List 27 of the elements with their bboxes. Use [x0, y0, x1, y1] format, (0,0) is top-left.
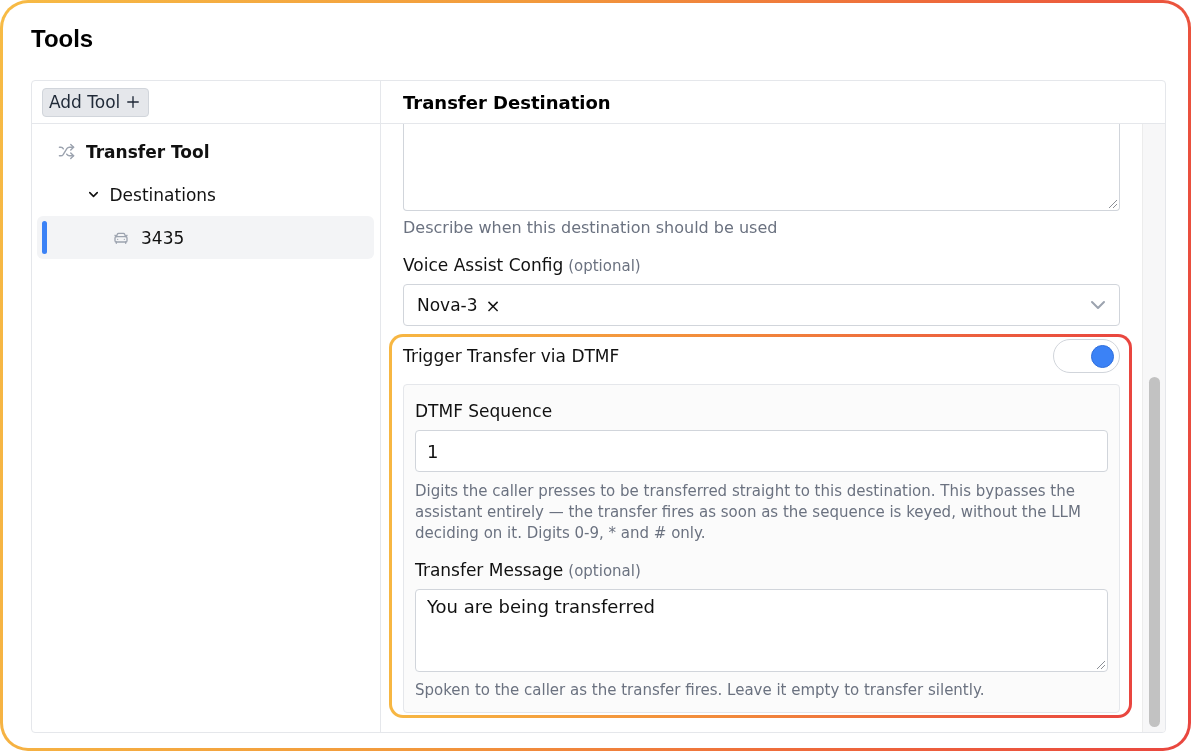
field-hint: Spoken to the caller as the transfer fires. Leave it empty to transfer silently. — [415, 680, 986, 701]
shuffle-icon — [58, 143, 75, 160]
dtmf-sequence-field[interactable]: 1 — [415, 430, 1108, 472]
voice-config-select[interactable]: Nova-3 × — [403, 284, 1120, 326]
field-label: DTMF Sequence — [415, 401, 553, 421]
tree-item[interactable]: Destinations — [37, 173, 374, 216]
resize-grip-icon[interactable] — [1096, 660, 1105, 669]
field-hint: Digits the caller presses to be transferred straight to this destination. This bypasses the assistant entirely — the transfer fires as soon as the sequence is keyed, without the LLM deciding on it. Digits 0-9, * and # only. — [415, 481, 1082, 544]
dtmf-toggle[interactable] — [1053, 339, 1120, 373]
field-label: Transfer Message — [415, 560, 564, 580]
field-hint: Describe when this destination should be used — [403, 218, 779, 238]
field-label: Voice Assist Config — [403, 255, 564, 275]
tree-item[interactable]: Transfer Tool — [37, 130, 374, 173]
scrollbar-thumb[interactable] — [1148, 377, 1160, 727]
selected-value: Nova-3 — [417, 295, 478, 315]
selection-indicator — [42, 221, 47, 254]
optional-note: (optional) — [568, 256, 641, 276]
clear-value-button[interactable]: × — [483, 294, 503, 316]
optional-note: (optional) — [568, 561, 641, 581]
resize-grip-icon[interactable] — [1108, 199, 1117, 208]
toggle-label: Trigger Transfer via DTMF — [403, 346, 620, 366]
tree-item[interactable]: 3435 — [37, 216, 374, 259]
description-field[interactable] — [403, 124, 1120, 211]
add-tool-button[interactable]: Add Tool — [42, 87, 150, 117]
transfer-message-field[interactable]: You are being transferred — [415, 589, 1108, 672]
page-title: Tools — [31, 24, 94, 54]
toggle-knob — [1091, 344, 1114, 368]
